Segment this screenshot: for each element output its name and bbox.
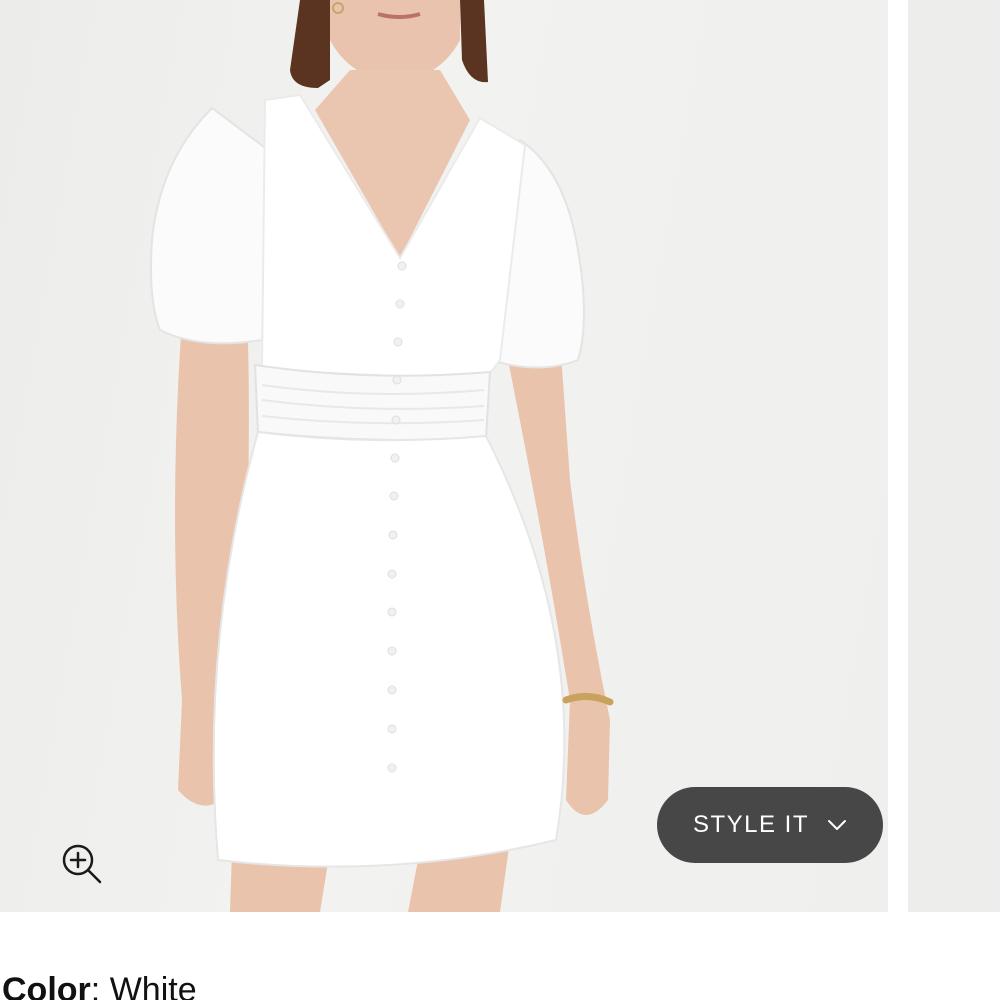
product-page: STYLE IT Color: White bbox=[0, 0, 1000, 1000]
color-value: White bbox=[109, 971, 197, 1000]
product-photo bbox=[150, 0, 614, 912]
color-key: Color bbox=[2, 971, 91, 1000]
style-it-label: STYLE IT bbox=[692, 811, 810, 838]
product-image-main[interactable]: STYLE IT bbox=[0, 0, 888, 912]
color-separator: : bbox=[90, 971, 110, 1000]
color-selector-label: Color: White bbox=[2, 966, 197, 1000]
style-it-button[interactable]: STYLE IT bbox=[657, 787, 883, 863]
chevron-down-icon bbox=[827, 819, 847, 831]
zoom-button[interactable] bbox=[58, 840, 106, 888]
product-image-next[interactable] bbox=[908, 0, 1000, 912]
zoom-in-icon bbox=[62, 844, 102, 884]
